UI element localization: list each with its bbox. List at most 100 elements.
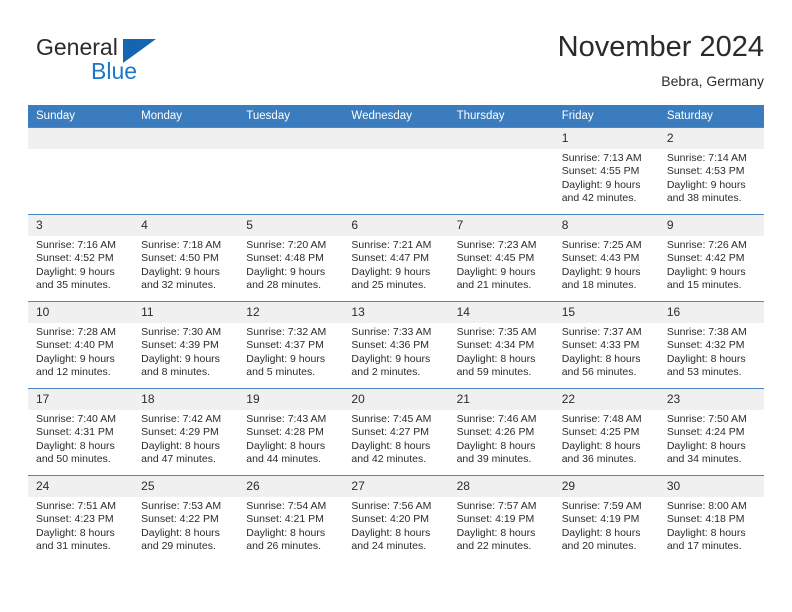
- sunset-time: Sunset: 4:26 PM: [456, 426, 535, 439]
- day-cell[interactable]: 20 Sunrise: 7:45 AM Sunset: 4:27 PM Dayligh…: [343, 388, 449, 476]
- day-cell[interactable]: 7 Sunrise: 7:23 AM Sunset: 4:45 PM Daylight…: [448, 214, 554, 302]
- day-cell[interactable]: 8 Sunrise: 7:25 AM Sunset: 4:43 PM Daylight…: [553, 214, 659, 302]
- day-number: 26: [238, 476, 344, 497]
- sunset-time: Sunset: 4:52 PM: [36, 252, 114, 265]
- daylight-duration-line1: Daylight: 9 hours: [141, 265, 220, 278]
- day-cell[interactable]: 22 Sunrise: 7:48 AM Sunset: 4:25 PM Dayligh…: [553, 388, 659, 476]
- day-cell[interactable]: 9 Sunrise: 7:26 AM Sunset: 4:42 PM Daylight…: [658, 214, 764, 302]
- sunrise-time: Sunrise: 7:35 AM: [456, 326, 537, 338]
- daylight-duration-line2: and 35 minutes.: [36, 279, 111, 292]
- daylight-duration-line1: Daylight: 8 hours: [561, 526, 641, 539]
- day-cell[interactable]: 17 Sunrise: 7:40 AM Sunset: 4:31 PM Dayligh…: [28, 388, 134, 476]
- daylight-duration-line2: and 15 minutes.: [666, 279, 742, 292]
- sunset-time: Sunset: 4:32 PM: [666, 339, 745, 352]
- day-number: 24: [28, 476, 134, 497]
- day-cell[interactable]: 1 Sunrise: 7:13 AM Sunset: 4:55 PM Daylight…: [553, 127, 659, 215]
- day-cell[interactable]: 5 Sunrise: 7:20 AM Sunset: 4:48 PM Daylight…: [238, 214, 344, 302]
- daylight-duration-line1: Daylight: 8 hours: [351, 526, 431, 539]
- day-cell[interactable]: 14 Sunrise: 7:35 AM Sunset: 4:34 PM Dayligh…: [448, 301, 554, 389]
- day-details: Sunrise: 7:16 AM Sunset: 4:52 PM Daylight:…: [28, 236, 133, 293]
- daylight-duration-line1: Daylight: 8 hours: [246, 526, 326, 539]
- daylight-duration-line1: Daylight: 9 hours: [666, 178, 746, 191]
- day-cell[interactable]: 29 Sunrise: 7:59 AM Sunset: 4:19 PM Dayligh…: [553, 475, 659, 564]
- daylight-duration-line2: and 17 minutes.: [666, 540, 742, 553]
- daylight-duration-line2: and 44 minutes.: [246, 453, 321, 466]
- day-cell[interactable]: 12 Sunrise: 7:32 AM Sunset: 4:37 PM Dayligh…: [238, 301, 344, 389]
- sunset-time: Sunset: 4:43 PM: [561, 252, 640, 265]
- day-number: 2: [658, 128, 764, 149]
- day-number: 12: [238, 302, 344, 323]
- day-details: Sunrise: 7:46 AM Sunset: 4:26 PM Daylight:…: [449, 410, 554, 467]
- day-cell[interactable]: 2 Sunrise: 7:14 AM Sunset: 4:53 PM Daylight…: [658, 127, 764, 215]
- day-details: Sunrise: 7:43 AM Sunset: 4:28 PM Daylight:…: [238, 410, 343, 467]
- daylight-duration-line1: Daylight: 9 hours: [666, 265, 746, 278]
- sunrise-time: Sunrise: 7:14 AM: [666, 152, 747, 164]
- sunrise-time: Sunrise: 7:32 AM: [246, 326, 327, 338]
- day-cell[interactable]: 11 Sunrise: 7:30 AM Sunset: 4:39 PM Dayligh…: [133, 301, 239, 389]
- day-details: Sunrise: 7:54 AM Sunset: 4:21 PM Daylight:…: [238, 497, 343, 554]
- day-cell[interactable]: 21 Sunrise: 7:46 AM Sunset: 4:26 PM Dayligh…: [448, 388, 554, 476]
- sunrise-time: Sunrise: 7:30 AM: [141, 326, 222, 338]
- sunset-time: Sunset: 4:40 PM: [36, 339, 114, 352]
- sunset-time: Sunset: 4:23 PM: [36, 513, 114, 526]
- sunset-time: Sunset: 4:24 PM: [666, 426, 745, 439]
- daylight-duration-line2: and 34 minutes.: [666, 453, 742, 466]
- day-number: 10: [28, 302, 134, 323]
- sunset-time: Sunset: 4:55 PM: [561, 165, 640, 178]
- daylight-duration-line2: and 25 minutes.: [351, 279, 427, 292]
- day-number: 7: [448, 215, 554, 236]
- day-cell[interactable]: 19 Sunrise: 7:43 AM Sunset: 4:28 PM Dayligh…: [238, 388, 344, 476]
- day-details: Sunrise: 7:30 AM Sunset: 4:39 PM Daylight:…: [133, 323, 238, 380]
- day-cell-empty: [28, 127, 134, 215]
- day-cell[interactable]: 25 Sunrise: 7:53 AM Sunset: 4:22 PM Dayligh…: [133, 475, 239, 564]
- sunset-time: Sunset: 4:47 PM: [351, 252, 430, 265]
- day-number: 11: [133, 302, 239, 323]
- daylight-duration-line1: Daylight: 8 hours: [141, 439, 220, 452]
- day-number: 29: [553, 476, 659, 497]
- day-cell[interactable]: 23 Sunrise: 7:50 AM Sunset: 4:24 PM Dayligh…: [658, 388, 764, 476]
- day-cell[interactable]: 10 Sunrise: 7:28 AM Sunset: 4:40 PM Dayligh…: [28, 301, 134, 389]
- day-number: 20: [343, 389, 449, 410]
- calendar-week-row: 3 Sunrise: 7:16 AM Sunset: 4:52 PM Daylight…: [28, 214, 764, 302]
- daylight-duration-line1: Daylight: 9 hours: [141, 352, 220, 365]
- sunrise-time: Sunrise: 7:23 AM: [456, 239, 537, 251]
- day-cell[interactable]: 15 Sunrise: 7:37 AM Sunset: 4:33 PM Dayligh…: [553, 301, 659, 389]
- day-cell[interactable]: 27 Sunrise: 7:56 AM Sunset: 4:20 PM Dayligh…: [343, 475, 449, 564]
- day-number: 23: [658, 389, 764, 410]
- daylight-duration-line1: Daylight: 8 hours: [456, 439, 536, 452]
- daylight-duration-line1: Daylight: 9 hours: [351, 265, 431, 278]
- day-cell[interactable]: 24 Sunrise: 7:51 AM Sunset: 4:23 PM Dayligh…: [28, 475, 134, 564]
- daylight-duration-line1: Daylight: 9 hours: [246, 265, 326, 278]
- day-cell[interactable]: 13 Sunrise: 7:33 AM Sunset: 4:36 PM Dayligh…: [343, 301, 449, 389]
- sunset-time: Sunset: 4:37 PM: [246, 339, 324, 352]
- day-cell[interactable]: 30 Sunrise: 8:00 AM Sunset: 4:18 PM Dayligh…: [658, 475, 764, 564]
- day-details: Sunrise: 7:25 AM Sunset: 4:43 PM Daylight:…: [554, 236, 659, 293]
- day-cell[interactable]: 28 Sunrise: 7:57 AM Sunset: 4:19 PM Dayligh…: [448, 475, 554, 564]
- sunrise-time: Sunrise: 7:45 AM: [351, 413, 432, 425]
- day-cell-empty: [238, 127, 344, 215]
- day-number: 17: [28, 389, 134, 410]
- sunrise-time: Sunrise: 7:25 AM: [561, 239, 642, 251]
- day-number: 4: [133, 215, 239, 236]
- daylight-duration-line1: Daylight: 9 hours: [246, 352, 326, 365]
- day-number: [238, 128, 344, 149]
- sunrise-time: Sunrise: 7:46 AM: [456, 413, 537, 425]
- sunset-time: Sunset: 4:25 PM: [561, 426, 640, 439]
- sunset-time: Sunset: 4:22 PM: [141, 513, 219, 526]
- page-header: General Blue November 2024 Bebra, German…: [28, 30, 764, 100]
- daylight-duration-line2: and 39 minutes.: [456, 453, 532, 466]
- day-cell[interactable]: 26 Sunrise: 7:54 AM Sunset: 4:21 PM Dayligh…: [238, 475, 344, 564]
- daylight-duration-line2: and 18 minutes.: [561, 279, 637, 292]
- daylight-duration-line1: Daylight: 8 hours: [666, 439, 746, 452]
- day-cell[interactable]: 16 Sunrise: 7:38 AM Sunset: 4:32 PM Dayligh…: [658, 301, 764, 389]
- day-cell[interactable]: 6 Sunrise: 7:21 AM Sunset: 4:47 PM Daylight…: [343, 214, 449, 302]
- day-cell[interactable]: 4 Sunrise: 7:18 AM Sunset: 4:50 PM Daylight…: [133, 214, 239, 302]
- day-details: Sunrise: 7:51 AM Sunset: 4:23 PM Daylight:…: [28, 497, 133, 554]
- day-cell[interactable]: 3 Sunrise: 7:16 AM Sunset: 4:52 PM Daylight…: [28, 214, 134, 302]
- daylight-duration-line1: Daylight: 8 hours: [456, 526, 536, 539]
- day-cell[interactable]: 18 Sunrise: 7:42 AM Sunset: 4:29 PM Dayligh…: [133, 388, 239, 476]
- day-number: [133, 128, 239, 149]
- sunrise-time: Sunrise: 7:28 AM: [36, 326, 116, 338]
- day-details: Sunrise: 7:28 AM Sunset: 4:40 PM Daylight:…: [28, 323, 133, 380]
- sunset-time: Sunset: 4:20 PM: [351, 513, 430, 526]
